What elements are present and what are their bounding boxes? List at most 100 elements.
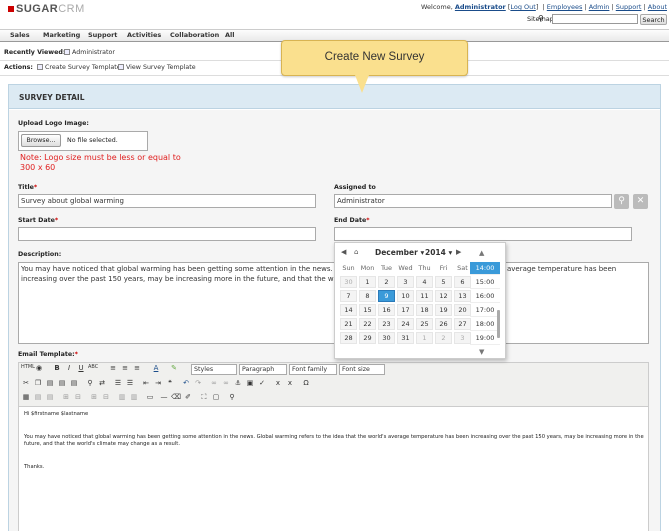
paste-icon[interactable]: ▤ xyxy=(45,379,55,387)
row-props-icon[interactable]: ▤ xyxy=(33,393,43,401)
replace-icon[interactable]: ⇄ xyxy=(97,379,107,387)
numbered-list-icon[interactable]: ☰ xyxy=(125,379,135,387)
calendar-day[interactable]: 2 xyxy=(378,276,395,288)
underline-icon[interactable]: U xyxy=(76,364,86,372)
find-icon[interactable]: ⚲ xyxy=(85,379,95,387)
calendar-day[interactable]: 18 xyxy=(416,304,433,316)
eraser-icon[interactable]: ✐ xyxy=(183,393,193,401)
support-link[interactable]: Support xyxy=(616,3,642,11)
tab-marketing[interactable]: Marketing xyxy=(43,31,80,39)
tab-all[interactable]: All xyxy=(225,31,235,39)
cell-props-icon[interactable]: ▤ xyxy=(45,393,55,401)
tab-sales[interactable]: Sales xyxy=(10,31,30,39)
redo-icon[interactable]: ↷ xyxy=(193,379,203,387)
clear-user-close-icon[interactable]: ✕ xyxy=(633,194,648,209)
bold-icon[interactable]: B xyxy=(52,364,62,372)
time-option[interactable]: 17:00 xyxy=(470,304,500,317)
calendar-day[interactable]: 31 xyxy=(397,332,414,344)
anchor-icon[interactable]: ⚓ xyxy=(233,379,243,387)
time-scrollbar[interactable] xyxy=(497,310,500,338)
fullscreen-icon[interactable]: ⛶ xyxy=(199,393,209,402)
styles-select[interactable]: Styles xyxy=(191,364,237,375)
search-input[interactable] xyxy=(552,14,638,24)
time-option[interactable]: 16:00 xyxy=(470,290,500,303)
calendar-day[interactable]: 9 xyxy=(378,290,395,302)
code-icon[interactable]: ▢ xyxy=(211,393,221,401)
search-button[interactable]: Search xyxy=(640,14,667,25)
font-family-select[interactable]: Font family xyxy=(289,364,337,375)
subscript-icon[interactable]: x xyxy=(273,379,283,387)
calendar-day[interactable]: 24 xyxy=(397,318,414,330)
calendar-day[interactable]: 16 xyxy=(378,304,395,316)
calendar-day[interactable]: 20 xyxy=(454,304,471,316)
highlight-icon[interactable]: ✎ xyxy=(169,364,179,372)
create-survey-template-link[interactable]: Create Survey Template xyxy=(37,64,121,71)
preview-icon[interactable]: ⚲ xyxy=(227,393,237,401)
calendar-day[interactable]: 2 xyxy=(435,332,452,344)
insert-col-icon[interactable]: ⊞ xyxy=(89,393,99,401)
employees-link[interactable]: Employees xyxy=(547,3,583,11)
calendar-day[interactable]: 11 xyxy=(416,290,433,302)
prev-month-icon[interactable]: ◀ xyxy=(341,248,346,256)
calendar-day[interactable]: 22 xyxy=(359,318,376,330)
calendar-day[interactable]: 3 xyxy=(397,276,414,288)
strikethrough-icon[interactable]: ABC xyxy=(88,364,98,370)
calendar-day[interactable]: 14 xyxy=(340,304,357,316)
editor-content-area[interactable] xyxy=(19,406,648,531)
indent-icon[interactable]: ⇥ xyxy=(153,379,163,387)
paste-word-icon[interactable]: ▤ xyxy=(69,379,79,387)
delete-row-icon[interactable]: ⊟ xyxy=(73,393,83,401)
search-icon[interactable]: ⚲ xyxy=(538,14,544,23)
remove-format-icon[interactable]: ⌫ xyxy=(171,393,181,401)
time-option[interactable]: 15:00 xyxy=(470,276,500,289)
text-color-icon[interactable]: A xyxy=(151,364,161,372)
time-scroll-up-icon[interactable]: ▲ xyxy=(479,249,484,257)
home-icon[interactable]: ⌂ xyxy=(354,248,358,256)
merge-cells-icon[interactable]: ▥ xyxy=(129,393,139,401)
year-select[interactable]: 2014 ▾ xyxy=(425,248,452,257)
image-icon[interactable]: ▣ xyxy=(245,379,255,387)
calendar-day[interactable]: 19 xyxy=(435,304,452,316)
tab-support[interactable]: Support xyxy=(88,31,117,39)
calendar-day[interactable]: 28 xyxy=(340,332,357,344)
calendar-day[interactable]: 12 xyxy=(435,290,452,302)
undo-icon[interactable]: ↶ xyxy=(181,379,191,387)
horizontal-rule-icon[interactable]: — xyxy=(159,393,169,401)
recent-item-administrator[interactable]: Administrator xyxy=(64,49,115,56)
cleanup-icon[interactable]: ✓ xyxy=(257,379,267,387)
calendar-day[interactable]: 30 xyxy=(378,332,395,344)
calendar-day[interactable]: 13 xyxy=(454,290,471,302)
calendar-day[interactable]: 25 xyxy=(416,318,433,330)
time-option[interactable]: 19:00 xyxy=(470,332,500,345)
align-left-icon[interactable]: ≡ xyxy=(108,364,118,372)
outdent-icon[interactable]: ⇤ xyxy=(141,379,151,387)
admin-link[interactable]: Admin xyxy=(589,3,610,11)
month-select[interactable]: December ▾ xyxy=(375,248,424,257)
tab-collaboration[interactable]: Collaboration xyxy=(170,31,219,39)
align-right-icon[interactable]: ≡ xyxy=(132,364,142,372)
logout-link[interactable]: Log Out xyxy=(510,3,535,11)
blockquote-icon[interactable]: ❝ xyxy=(165,379,175,387)
calendar-day[interactable]: 30 xyxy=(340,276,357,288)
insert-row-icon[interactable]: ⊞ xyxy=(61,393,71,401)
html-source-icon[interactable]: HTML xyxy=(21,364,35,370)
visual-aid-icon[interactable]: ▭ xyxy=(145,393,155,401)
user-link[interactable]: Administrator xyxy=(455,3,506,11)
paste-text-icon[interactable]: ▤ xyxy=(57,379,67,387)
calendar-day[interactable]: 26 xyxy=(435,318,452,330)
title-input[interactable]: Survey about global warming xyxy=(18,194,316,208)
tab-activities[interactable]: Activities xyxy=(127,31,161,39)
paragraph-select[interactable]: Paragraph xyxy=(239,364,287,375)
help-icon[interactable]: ◉ xyxy=(34,364,44,372)
special-char-icon[interactable]: Ω xyxy=(301,379,311,387)
unlink-icon[interactable]: ∞ xyxy=(221,379,231,387)
bullet-list-icon[interactable]: ☰ xyxy=(113,379,123,387)
calendar-day[interactable]: 6 xyxy=(454,276,471,288)
browse-button[interactable]: Browse... xyxy=(21,134,61,147)
calendar-day[interactable]: 7 xyxy=(340,290,357,302)
calendar-day[interactable]: 4 xyxy=(416,276,433,288)
calendar-day[interactable]: 3 xyxy=(454,332,471,344)
calendar-day[interactable]: 1 xyxy=(359,276,376,288)
time-option[interactable]: 18:00 xyxy=(470,318,500,331)
calendar-day[interactable]: 8 xyxy=(359,290,376,302)
